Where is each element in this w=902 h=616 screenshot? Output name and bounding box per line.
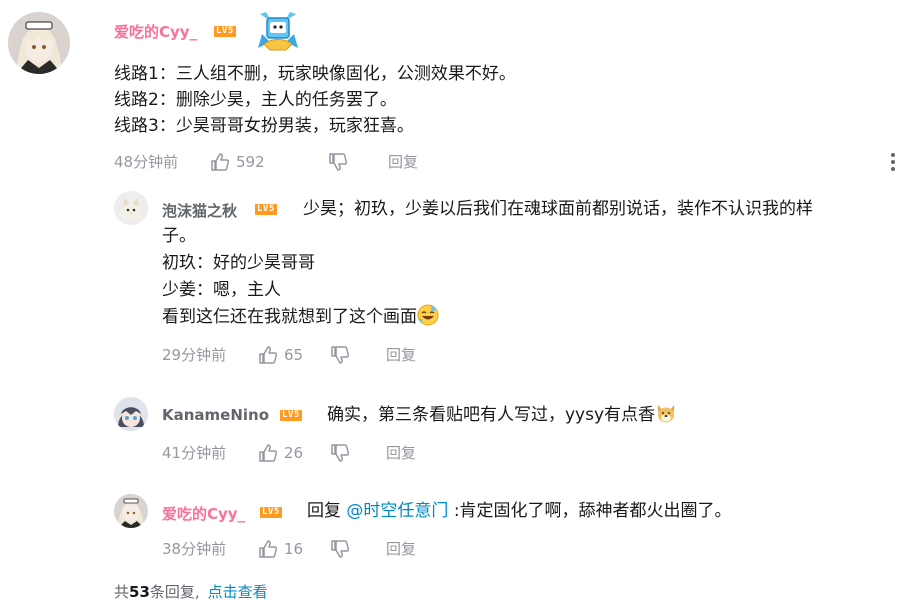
dislike-button[interactable] [330, 443, 386, 463]
reply-count-footer: 共53条回复, 点击查看 [114, 581, 268, 602]
reply-text-with-emoji: 看到这仨还在我就想到了这个画面 [162, 304, 439, 330]
reply-button[interactable]: 回复 [388, 151, 418, 172]
dog-face-emoji-icon [658, 405, 675, 423]
reply-text: 少昊；初玖，少姜以后我们在魂球面前都别说话，装作不认识我的样 [303, 199, 813, 219]
level-badge: LV5 [280, 410, 302, 421]
sweat-laugh-emoji-icon [417, 304, 439, 326]
reply-button[interactable]: 回复 [386, 442, 416, 463]
thumbs-up-icon [259, 539, 278, 558]
level-badge: LV5 [260, 507, 282, 518]
reply-text-with-emoji: 确实，第三条看贴吧有人写过，yysy有点香 [327, 402, 677, 428]
avatar-reply[interactable] [114, 397, 148, 431]
reply-time: 41分钟前 [162, 444, 227, 462]
reply-text: 子。 [162, 226, 196, 246]
level-badge: LV5 [255, 204, 277, 215]
level-badge: LV5 [214, 26, 236, 37]
reply-count: 53 [129, 583, 150, 601]
thumbs-down-icon [331, 443, 350, 462]
username-reply[interactable]: 泡沫猫之秋 [162, 200, 237, 221]
like-count: 16 [284, 539, 304, 558]
reply-text: 看到这仨还在我就想到了这个画面 [162, 307, 417, 327]
avatar-main[interactable] [8, 12, 70, 74]
dislike-button[interactable] [328, 152, 388, 172]
comment-line: 线路2：删除少昊，主人的任务罢了。 [114, 90, 397, 110]
reply-meta: 29分钟前 65 回复 [162, 344, 416, 365]
reply-text: 少姜：嗯，主人 [162, 280, 281, 300]
thumbs-down-icon [331, 539, 350, 558]
reply-time: 38分钟前 [162, 540, 227, 558]
reply-meta: 38分钟前 16 回复 [162, 538, 416, 559]
more-options-icon[interactable] [890, 153, 896, 171]
reply-meta: 41分钟前 26 回复 [162, 442, 416, 463]
like-button[interactable]: 592 [210, 152, 328, 172]
footer-suffix: 条回复, [149, 583, 200, 601]
reply-button[interactable]: 回复 [386, 344, 416, 365]
reply-text-with-mention: 回复 @时空任意门 :肯定固化了啊，舔神者都火出圈了。 [307, 498, 732, 524]
reply-button[interactable]: 回复 [386, 538, 416, 559]
reply-text: :肯定固化了啊，舔神者都火出圈了。 [453, 501, 732, 521]
username-reply[interactable]: KanameNino [162, 406, 269, 424]
like-button[interactable]: 16 [258, 539, 330, 559]
comment-time: 48分钟前 [114, 153, 179, 171]
fan-badge-icon [256, 8, 300, 52]
username-main[interactable]: 爱吃的Cyy_ [114, 21, 197, 42]
reply-text: 初玖：好的少昊哥哥 [162, 253, 315, 273]
thumbs-down-icon [331, 345, 350, 364]
footer-prefix: 共 [114, 583, 130, 601]
like-button[interactable]: 65 [258, 345, 330, 365]
mention-link[interactable]: @时空任意门 [346, 501, 448, 521]
like-count: 26 [284, 443, 304, 462]
username-reply[interactable]: 爱吃的Cyy_ [162, 503, 245, 524]
thumbs-up-icon [259, 345, 278, 364]
like-count: 65 [284, 345, 304, 364]
avatar-reply[interactable] [114, 494, 148, 528]
comment-line: 线路3：少昊哥哥女扮男装，玩家狂喜。 [114, 116, 414, 136]
dislike-button[interactable] [330, 539, 386, 559]
view-replies-link[interactable]: 点击查看 [208, 583, 268, 601]
dislike-button[interactable] [330, 345, 386, 365]
like-count: 592 [236, 152, 265, 171]
thumbs-down-icon [329, 152, 348, 171]
reply-prefix: 回复 [307, 501, 341, 521]
avatar-reply[interactable] [114, 191, 148, 225]
reply-text: 确实，第三条看贴吧有人写过，yysy有点香 [327, 405, 656, 425]
thumbs-up-icon [259, 443, 278, 462]
like-button[interactable]: 26 [258, 443, 330, 463]
comment-meta: 48分钟前 592 回复 [114, 151, 418, 172]
comment-line: 线路1：三人组不删，玩家映像固化，公测效果不好。 [114, 64, 516, 84]
thumbs-up-icon [211, 152, 230, 171]
reply-time: 29分钟前 [162, 346, 227, 364]
